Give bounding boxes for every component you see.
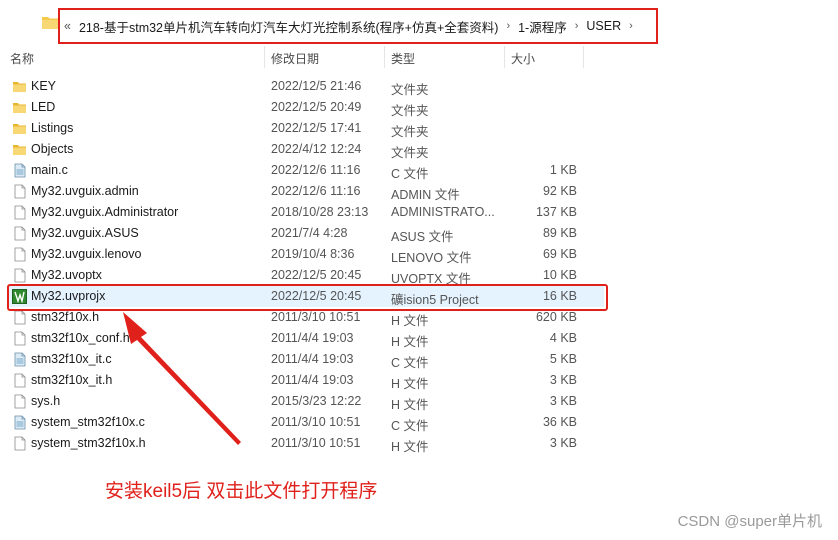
- annotation-arrow-icon: [123, 312, 241, 445]
- watermark: CSDN @super单片机: [677, 513, 822, 530]
- annotation-text: 安装keil5后 双击此文件打开程序: [105, 481, 378, 502]
